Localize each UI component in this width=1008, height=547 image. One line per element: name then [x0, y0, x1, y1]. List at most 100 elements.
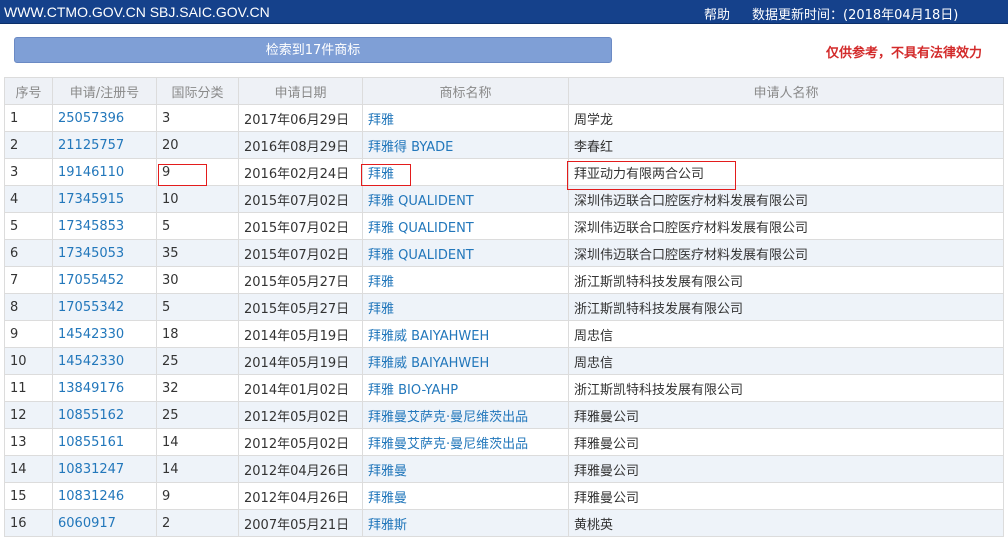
cell-reg-number-link[interactable]: 25057396: [52, 104, 157, 132]
search-result-summary: 检索到17件商标: [14, 37, 612, 63]
cell-mark-name-link[interactable]: 拜雅威 BAIYAHWEH: [362, 320, 569, 348]
cell-index: 13: [4, 428, 53, 456]
table-body: 1 25057396 3 2017年06月29日 拜雅 周学龙 2 21125757 20 201…: [4, 104, 1004, 537]
cell-reg-number-link[interactable]: 10855162: [52, 401, 157, 429]
cell-index: 5: [4, 212, 53, 240]
cell-reg-number-link[interactable]: 17345853: [52, 212, 157, 240]
trademark-results-table: 序号 申请/注册号 国际分类 申请日期 商标名称 申请人名称 1 25057396…: [4, 77, 1004, 537]
col-header-intl-class: 国际分类: [156, 77, 239, 105]
table-row: 3 19146110 9 2016年02月24日 拜雅 拜亚动力有限两合公司: [4, 158, 1004, 186]
cell-applicant: 拜雅曼公司: [568, 401, 1004, 429]
cell-app-date: 2016年02月24日: [238, 158, 363, 186]
cell-applicant: 浙江斯凯特科技发展有限公司: [568, 266, 1004, 294]
cell-reg-number-link[interactable]: 14542330: [52, 347, 157, 375]
cell-app-date: 2017年06月29日: [238, 104, 363, 132]
cell-app-date: 2015年07月02日: [238, 239, 363, 267]
table-row: 8 17055342 5 2015年05月27日 拜雅 浙江斯凯特科技发展有限公司: [4, 293, 1004, 321]
table-row: 1 25057396 3 2017年06月29日 拜雅 周学龙: [4, 104, 1004, 132]
cell-reg-number-link[interactable]: 17345915: [52, 185, 157, 213]
cell-reg-number-link[interactable]: 10855161: [52, 428, 157, 456]
cell-mark-name-link[interactable]: 拜雅威 BAIYAHWEH: [362, 347, 569, 375]
col-header-index: 序号: [4, 77, 53, 105]
cell-app-date: 2015年05月27日: [238, 293, 363, 321]
table-header-row: 序号 申请/注册号 国际分类 申请日期 商标名称 申请人名称: [4, 77, 1004, 105]
cell-reg-number-link[interactable]: 6060917: [52, 509, 157, 537]
cell-reg-number-link[interactable]: 17055452: [52, 266, 157, 294]
cell-intl-class: 9: [156, 158, 239, 186]
cell-app-date: 2015年07月02日: [238, 185, 363, 213]
cell-app-date: 2014年01月02日: [238, 374, 363, 402]
cell-intl-class: 5: [156, 293, 239, 321]
cell-intl-class: 9: [156, 482, 239, 510]
cell-intl-class: 3: [156, 104, 239, 132]
table-row: 15 10831246 9 2012年04月26日 拜雅曼 拜雅曼公司: [4, 482, 1004, 510]
cell-index: 14: [4, 455, 53, 483]
cell-mark-name-link[interactable]: 拜雅 QUALIDENT: [362, 212, 569, 240]
cell-applicant: 李春红: [568, 131, 1004, 159]
table-row: 6 17345053 35 2015年07月02日 拜雅 QUALIDENT 深圳伟迈联合…: [4, 239, 1004, 267]
table-row: 9 14542330 18 2014年05月19日 拜雅威 BAIYAHWEH 周忠信: [4, 320, 1004, 348]
col-header-mark-name: 商标名称: [362, 77, 569, 105]
cell-applicant: 黄桃英: [568, 509, 1004, 537]
cell-mark-name-link[interactable]: 拜雅: [362, 266, 569, 294]
cell-index: 2: [4, 131, 53, 159]
table-row: 4 17345915 10 2015年07月02日 拜雅 QUALIDENT 深圳伟迈联合…: [4, 185, 1004, 213]
cell-reg-number-link[interactable]: 21125757: [52, 131, 157, 159]
cell-index: 7: [4, 266, 53, 294]
cell-applicant: 拜雅曼公司: [568, 428, 1004, 456]
cell-mark-name-link[interactable]: 拜雅: [362, 104, 569, 132]
cell-reg-number-link[interactable]: 10831246: [52, 482, 157, 510]
cell-reg-number-link[interactable]: 17345053: [52, 239, 157, 267]
cell-app-date: 2014年05月19日: [238, 347, 363, 375]
cell-mark-name-link[interactable]: 拜雅斯: [362, 509, 569, 537]
cell-intl-class: 32: [156, 374, 239, 402]
cell-applicant: 拜雅曼公司: [568, 482, 1004, 510]
cell-intl-class: 14: [156, 428, 239, 456]
cell-applicant: 深圳伟迈联合口腔医疗材料发展有限公司: [568, 185, 1004, 213]
cell-index: 11: [4, 374, 53, 402]
col-header-app-date: 申请日期: [238, 77, 363, 105]
cell-mark-name-link[interactable]: 拜雅 BIO-YAHP: [362, 374, 569, 402]
cell-applicant: 周忠信: [568, 347, 1004, 375]
cell-app-date: 2007年05月21日: [238, 509, 363, 537]
table-row: 12 10855162 25 2012年05月02日 拜雅曼艾萨克·曼尼维茨出品 拜雅曼公…: [4, 401, 1004, 429]
cell-mark-name-link[interactable]: 拜雅曼: [362, 482, 569, 510]
cell-app-date: 2012年04月26日: [238, 455, 363, 483]
cell-reg-number-link[interactable]: 19146110: [52, 158, 157, 186]
cell-reg-number-link[interactable]: 17055342: [52, 293, 157, 321]
cell-applicant: 拜雅曼公司: [568, 455, 1004, 483]
cell-mark-name-link[interactable]: 拜雅得 BYADE: [362, 131, 569, 159]
table-row: 5 17345853 5 2015年07月02日 拜雅 QUALIDENT 深圳伟迈联合口…: [4, 212, 1004, 240]
col-header-reg-number: 申请/注册号: [52, 77, 157, 105]
cell-applicant: 深圳伟迈联合口腔医疗材料发展有限公司: [568, 212, 1004, 240]
table-row: 7 17055452 30 2015年05月27日 拜雅 浙江斯凯特科技发展有限公司: [4, 266, 1004, 294]
cell-mark-name-link[interactable]: 拜雅 QUALIDENT: [362, 185, 569, 213]
cell-intl-class: 18: [156, 320, 239, 348]
cell-mark-name-link[interactable]: 拜雅 QUALIDENT: [362, 239, 569, 267]
cell-applicant: 拜亚动力有限两合公司: [568, 158, 1004, 186]
cell-index: 16: [4, 509, 53, 537]
cell-mark-name-link[interactable]: 拜雅曼: [362, 455, 569, 483]
cell-app-date: 2015年05月27日: [238, 266, 363, 294]
cell-applicant: 周忠信: [568, 320, 1004, 348]
cell-intl-class: 25: [156, 401, 239, 429]
cell-app-date: 2012年05月02日: [238, 428, 363, 456]
cell-app-date: 2014年05月19日: [238, 320, 363, 348]
disclaimer-text: 仅供参考，不具有法律效力: [826, 46, 983, 61]
cell-reg-number-link[interactable]: 14542330: [52, 320, 157, 348]
cell-intl-class: 5: [156, 212, 239, 240]
table-row: 2 21125757 20 2016年08月29日 拜雅得 BYADE 李春红: [4, 131, 1004, 159]
cell-reg-number-link[interactable]: 13849176: [52, 374, 157, 402]
cell-mark-name-link[interactable]: 拜雅曼艾萨克·曼尼维茨出品: [362, 401, 569, 429]
help-link[interactable]: 帮助: [704, 4, 730, 23]
cell-mark-name-link[interactable]: 拜雅: [362, 158, 569, 186]
cell-index: 4: [4, 185, 53, 213]
cell-applicant: 深圳伟迈联合口腔医疗材料发展有限公司: [568, 239, 1004, 267]
cell-intl-class: 20: [156, 131, 239, 159]
cell-reg-number-link[interactable]: 10831247: [52, 455, 157, 483]
table-row: 16 6060917 2 2007年05月21日 拜雅斯 黄桃英: [4, 509, 1004, 537]
cell-mark-name-link[interactable]: 拜雅曼艾萨克·曼尼维茨出品: [362, 428, 569, 456]
cell-mark-name-link[interactable]: 拜雅: [362, 293, 569, 321]
site-domains: WWW.CTMO.GOV.CN SBJ.SAIC.GOV.CN: [4, 4, 270, 20]
cell-index: 9: [4, 320, 53, 348]
